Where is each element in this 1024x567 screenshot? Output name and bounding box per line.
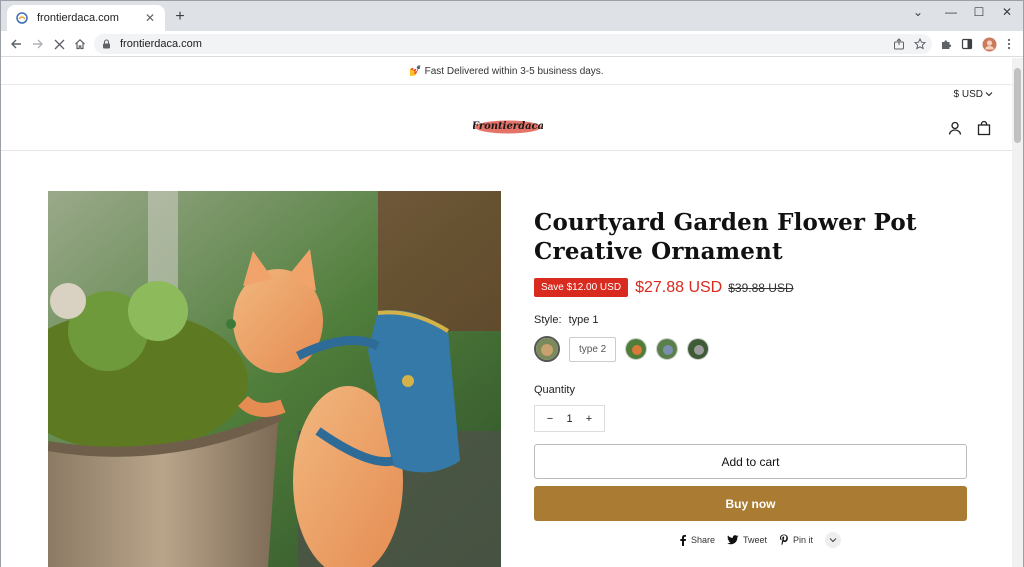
bookmark-star-icon[interactable]: [910, 34, 930, 54]
pinterest-icon: [780, 534, 788, 546]
style-swatch-4[interactable]: [656, 338, 679, 360]
shopping-bag-icon[interactable]: [976, 120, 992, 136]
style-swatch-5[interactable]: [687, 338, 710, 360]
share-twitter-label: Tweet: [743, 535, 768, 545]
add-to-cart-button[interactable]: Add to cart: [534, 444, 967, 479]
back-arrow-icon[interactable]: [6, 34, 26, 54]
style-label-text: Style:: [534, 314, 562, 326]
quantity-stepper: − 1 +: [534, 405, 605, 432]
browser-toolbar: frontierdaca.com: [1, 31, 1023, 57]
profile-avatar-icon[interactable]: [979, 34, 999, 54]
site-favicon-icon: [15, 11, 29, 25]
style-label: Style: type 1: [534, 314, 599, 326]
style-swatch-3[interactable]: [625, 338, 648, 360]
logo-text: Frontierdaca: [473, 121, 543, 132]
compare-price: $39.88 USD: [728, 280, 794, 295]
quantity-value[interactable]: 1: [563, 413, 577, 425]
maximize-button[interactable]: ☐: [964, 1, 994, 23]
address-bar[interactable]: frontierdaca.com: [94, 34, 932, 54]
price-row: Save $12.00 USD $27.88 USD $39.88 USD: [534, 278, 794, 297]
buy-now-button[interactable]: Buy now: [534, 486, 967, 521]
share-row: Share Tweet Pin it: [679, 532, 842, 548]
side-panel-icon[interactable]: [957, 34, 977, 54]
style-option-type2[interactable]: type 2: [569, 336, 617, 362]
product-title: Courtyard Garden Flower Pot Creative Orn…: [534, 209, 917, 265]
currency-selector[interactable]: $ USD: [954, 89, 993, 100]
style-swatches: type 2: [534, 336, 718, 362]
chevron-down-icon: [985, 89, 993, 100]
quantity-increase-button[interactable]: +: [582, 413, 596, 425]
save-badge: Save $12.00 USD: [534, 278, 629, 297]
url-text: frontierdaca.com: [120, 38, 202, 50]
header-divider: [1, 150, 1012, 151]
store-logo[interactable]: Frontierdaca: [471, 117, 544, 135]
stop-loading-icon[interactable]: [49, 34, 69, 54]
tab-close-icon[interactable]: ✕: [143, 11, 157, 25]
extensions-puzzle-icon[interactable]: [936, 34, 956, 54]
share-page-icon[interactable]: [889, 34, 909, 54]
tab-title: frontierdaca.com: [37, 12, 119, 24]
share-pinterest-label: Pin it: [793, 535, 814, 545]
product-image[interactable]: [48, 191, 501, 567]
browser-window: frontierdaca.com ✕ + ⌄ — ☐ ✕ frontierdac…: [0, 0, 1024, 567]
share-pinterest-link[interactable]: Pin it: [779, 534, 813, 546]
page-scrollbar[interactable]: [1012, 58, 1023, 567]
share-facebook-label: Share: [691, 535, 716, 545]
sale-price: $27.88 USD: [635, 278, 723, 296]
web-page: 💅 Fast Delivered within 3-5 business day…: [1, 58, 1012, 567]
announcement-bar: 💅 Fast Delivered within 3-5 business day…: [1, 58, 1012, 85]
share-more-chevron-icon[interactable]: [825, 532, 842, 548]
share-facebook-link[interactable]: Share: [679, 534, 715, 546]
twitter-icon: [727, 535, 739, 545]
browser-tab[interactable]: frontierdaca.com ✕: [7, 5, 165, 31]
new-tab-button[interactable]: +: [171, 8, 189, 26]
product-info: Courtyard Garden Flower Pot Creative Orn…: [534, 208, 967, 548]
style-value: type 1: [568, 314, 599, 326]
home-icon[interactable]: [70, 34, 90, 54]
quantity-label: Quantity: [534, 384, 575, 396]
facebook-icon: [680, 535, 686, 546]
tab-strip: frontierdaca.com ✕ + ⌄ — ☐ ✕: [1, 1, 1023, 31]
minimize-button[interactable]: —: [936, 1, 966, 23]
account-icon[interactable]: [947, 120, 963, 136]
style-swatch-type1[interactable]: [534, 336, 560, 362]
tab-search-icon[interactable]: ⌄: [903, 1, 933, 23]
window-close-button[interactable]: ✕: [992, 1, 1022, 23]
quantity-decrease-button[interactable]: −: [543, 413, 557, 425]
currency-label: $ USD: [953, 89, 983, 100]
forward-arrow-icon[interactable]: [28, 34, 48, 54]
share-twitter-link[interactable]: Tweet: [727, 535, 767, 545]
chrome-menu-icon[interactable]: [999, 34, 1019, 54]
lock-icon: [102, 39, 112, 49]
scrollbar-thumb[interactable]: [1014, 68, 1021, 143]
